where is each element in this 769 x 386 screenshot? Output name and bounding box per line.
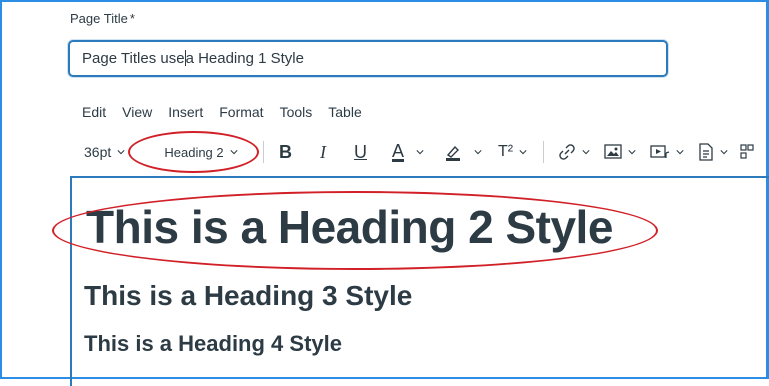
- page-title-label: Page Title *: [70, 11, 135, 26]
- chevron-down-icon: [628, 150, 636, 155]
- font-size-value: 36pt: [84, 144, 112, 160]
- link-button[interactable]: [558, 143, 590, 161]
- chevron-down-icon: [230, 150, 238, 155]
- underline-icon: U: [354, 141, 367, 162]
- chevron-down-icon: [519, 150, 527, 155]
- underline-button[interactable]: U: [354, 142, 367, 163]
- page-title-value-before: Page Titles use: [82, 50, 185, 67]
- page-title-input[interactable]: Page Titles use a Heading 1 Style: [70, 42, 666, 75]
- highlight-color-button[interactable]: [444, 143, 482, 161]
- link-icon: [559, 144, 575, 160]
- toolbar-divider: [543, 141, 545, 163]
- chevron-down-icon: [676, 150, 684, 155]
- chevron-down-icon: [416, 150, 424, 155]
- required-mark: *: [129, 11, 135, 26]
- heading-3-text[interactable]: This is a Heading 3 Style: [84, 280, 412, 312]
- document-button[interactable]: [698, 143, 728, 161]
- image-icon: [604, 144, 622, 159]
- highlight-icon: [446, 145, 461, 161]
- font-size-select[interactable]: 36pt: [84, 144, 136, 160]
- menu-table[interactable]: Table: [328, 104, 361, 120]
- bold-button[interactable]: B: [279, 142, 292, 163]
- image-button[interactable]: [604, 144, 636, 160]
- heading-2-text[interactable]: This is a Heading 2 Style: [86, 200, 613, 254]
- page-title-field[interactable]: Page Titles use a Heading 1 Style: [68, 40, 668, 77]
- superscript-button[interactable]: T²: [498, 143, 527, 161]
- page-title-label-text: Page Title: [70, 11, 128, 26]
- menu-view[interactable]: View: [122, 104, 152, 120]
- more-button[interactable]: [740, 143, 754, 161]
- page-title-value-after: a Heading 1 Style: [185, 50, 304, 67]
- media-button[interactable]: [650, 144, 684, 160]
- text-color-icon: A: [392, 140, 405, 162]
- superscript-icon: T²: [498, 143, 514, 160]
- editor-toolbar: 36pt Heading 2 B I U A T²: [84, 139, 754, 165]
- italic-button[interactable]: I: [320, 142, 326, 163]
- menu-edit[interactable]: Edit: [82, 104, 106, 120]
- media-icon: [650, 145, 670, 158]
- block-format-select[interactable]: Heading 2: [149, 145, 253, 160]
- menu-insert[interactable]: Insert: [168, 104, 203, 120]
- document-icon: [699, 143, 713, 161]
- chevron-down-icon: [720, 150, 728, 155]
- more-icon: [740, 144, 754, 159]
- editor-menubar: Edit View Insert Format Tools Table: [82, 104, 378, 120]
- toolbar-divider: [263, 141, 264, 163]
- chevron-down-icon: [117, 150, 125, 155]
- chevron-down-icon: [582, 150, 590, 155]
- italic-icon: I: [320, 141, 326, 162]
- heading-4-text[interactable]: This is a Heading 4 Style: [84, 331, 342, 357]
- chevron-down-icon: [474, 150, 482, 155]
- text-color-button[interactable]: A: [392, 140, 424, 162]
- bold-icon: B: [279, 141, 292, 162]
- menu-format[interactable]: Format: [219, 104, 263, 120]
- block-format-value: Heading 2: [164, 144, 224, 160]
- menu-tools[interactable]: Tools: [280, 104, 313, 120]
